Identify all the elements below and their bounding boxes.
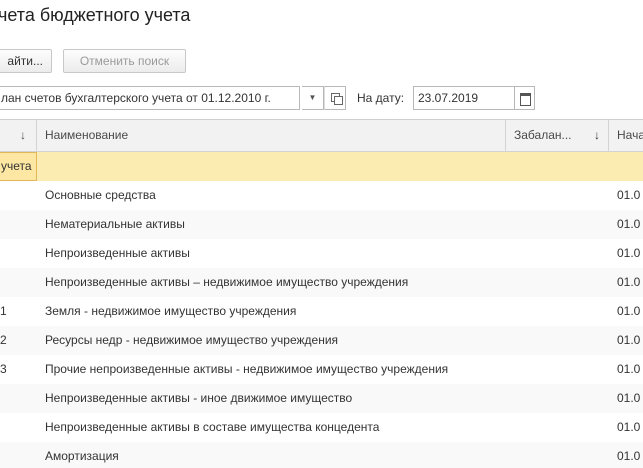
code-cell: 1 [0,304,7,318]
start-date-cell: 01.0 [617,333,641,347]
offbalance-cell [506,152,609,181]
code-cell [0,268,37,297]
arrow-down-icon: ↓ [594,128,600,142]
start-date-cell: 01.0 [617,304,641,318]
name-cell [37,152,506,181]
start-date-cell: 01.0 [617,449,641,463]
start-date-cell: 01.0 [617,217,641,231]
offbalance-cell [506,297,609,326]
table-row[interactable]: Непроизведенные активы 01.0 [0,239,643,269]
start-date-cell: 01.0 [617,188,641,202]
start-date-cell: 01.0 [617,275,641,289]
offbalance-cell [506,413,609,442]
table-row[interactable]: Нематериальные активы 01.0 [0,210,643,240]
offbalance-cell [506,239,609,268]
name-cell: Амортизация [45,449,119,463]
table-row[interactable]: 2 Ресурсы недр - недвижимое имущество учр… [0,326,643,356]
code-cell [0,181,37,210]
name-cell: Непроизведенные активы – недвижимое имущ… [45,275,409,289]
start-date-cell: 01.0 [617,246,641,260]
offbalance-cell [506,355,609,384]
find-button[interactable]: айти... [0,49,52,73]
name-cell: Непроизведенные активы в составе имущест… [45,420,380,434]
code-cell [0,239,37,268]
date-field[interactable]: 23.07.2019 [413,86,515,110]
cancel-search-button[interactable]: Отменить поиск [63,49,186,73]
table-row[interactable]: Непроизведенные активы - иное движимое и… [0,384,643,414]
code-cell: 2 [0,333,7,347]
column-header-start[interactable]: Нача [609,120,643,151]
offbalance-cell [506,326,609,355]
column-header-offbalance-label: Забалан... [514,128,572,142]
chevron-down-icon[interactable]: ▼ [302,86,324,110]
offbalance-cell [506,210,609,239]
table-row[interactable]: Непроизведенные активы в составе имущест… [0,413,643,443]
start-date-cell: 01.0 [617,420,641,434]
name-cell: Непроизведенные активы - иное движимое и… [45,391,353,405]
offbalance-cell [506,442,609,468]
table-row[interactable]: Основные средства 01.0 [0,181,643,211]
date-label: На дату: [357,91,405,105]
table-header: ↓ Наименование Забалан... ↓ Нача [0,120,643,152]
column-header-offbalance[interactable]: Забалан... ↓ [506,120,609,151]
name-cell: Ресурсы недр - недвижимое имущество учре… [45,333,339,347]
name-cell: Земля - недвижимое имущество учреждения [45,304,297,318]
start-date-cell: 01.0 [617,391,641,405]
offbalance-cell [506,181,609,210]
form-title: чета бюджетного учета [0,5,191,25]
name-cell: Прочие непроизведенные активы - недвижим… [45,362,449,376]
code-cell [0,442,37,468]
code-cell [0,384,37,413]
chart-of-accounts-field[interactable]: лан счетов бухгалтерского учета от 01.12… [0,86,300,110]
table-row[interactable]: 1 Земля - недвижимое имущество учреждения… [0,297,643,327]
start-date-cell: 01.0 [617,362,641,376]
code-cell [0,413,37,442]
table-row[interactable]: учета [0,152,643,182]
code-cell [0,210,37,239]
code-cell: учета [0,152,37,181]
column-header-code[interactable]: ↓ [0,120,37,151]
start-date-cell [609,152,643,181]
code-cell: 3 [0,362,7,376]
accounts-table[interactable]: ↓ Наименование Забалан... ↓ Нача учета Ос… [0,119,643,468]
open-form-icon[interactable] [324,86,346,110]
offbalance-cell [506,268,609,297]
calendar-icon[interactable] [514,86,535,110]
table-row[interactable]: Непроизведенные активы – недвижимое имущ… [0,268,643,298]
table-row[interactable]: Амортизация 01.0 [0,442,643,468]
column-header-name[interactable]: Наименование [37,120,506,151]
name-cell: Нематериальные активы [45,217,185,231]
name-cell: Основные средства [45,188,156,202]
table-row[interactable]: 3 Прочие непроизведенные активы - недвижи… [0,355,643,385]
offbalance-cell [506,384,609,413]
name-cell: Непроизведенные активы [45,246,190,260]
